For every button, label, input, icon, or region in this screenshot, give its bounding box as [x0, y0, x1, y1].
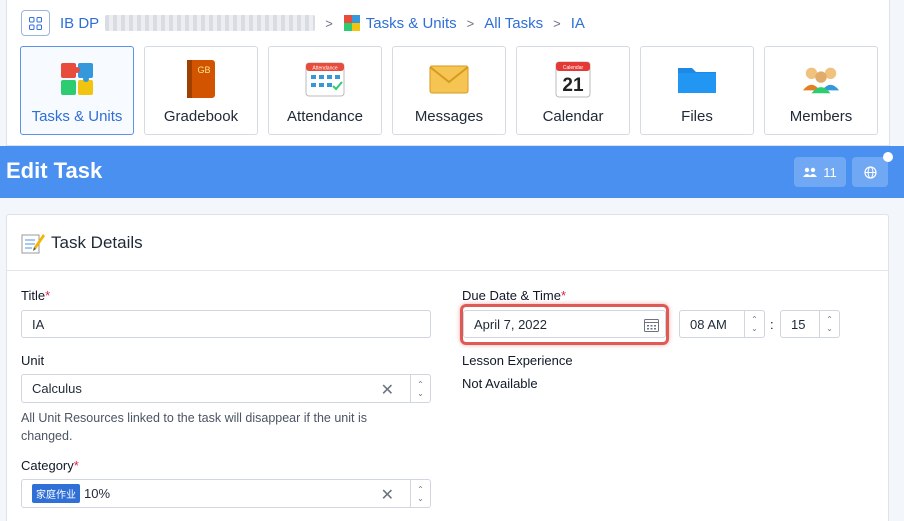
section-title: Task Details	[51, 232, 143, 252]
edit-header: Edit Task 11	[0, 146, 904, 198]
title-label: Title*	[21, 288, 51, 303]
select-arrows-icon[interactable]: ⌃ ⌄	[410, 480, 430, 507]
due-date-label: Due Date & Time*	[462, 288, 567, 303]
puzzle-icon	[61, 63, 93, 95]
category-value: 10%	[84, 486, 111, 501]
attendance-icon: Attendance	[305, 62, 345, 97]
due-minute-value: 15	[791, 316, 806, 332]
users-icon	[803, 167, 818, 177]
apps-grid-button[interactable]	[21, 10, 50, 36]
app-label: Gradebook	[163, 108, 239, 125]
unit-label: Unit	[21, 353, 45, 368]
app-nav: Tasks & Units GB Gradebook Attendance At…	[20, 46, 878, 135]
app-label: Calendar	[542, 108, 604, 125]
select-arrows-icon[interactable]: ⌃ ⌄	[819, 311, 839, 337]
app-gradebook[interactable]: GB Gradebook	[144, 46, 258, 135]
lesson-experience-label: Lesson Experience	[462, 353, 573, 368]
gradebook-icon: GB	[187, 60, 215, 98]
notification-dot	[883, 152, 893, 162]
course-header: IB DP > Tasks & Units > All Tasks > IA T…	[6, 0, 890, 146]
chevron-right-icon: >	[553, 15, 561, 31]
puzzle-icon	[343, 15, 360, 31]
lesson-experience-value: Not Available	[462, 376, 538, 391]
title-input[interactable]: IA	[21, 310, 431, 338]
redacted-course-name	[105, 15, 316, 31]
language-button[interactable]	[852, 157, 888, 187]
chevron-right-icon: >	[325, 15, 333, 31]
people-icon	[802, 67, 840, 94]
title-value: IA	[32, 316, 45, 332]
folder-icon	[678, 68, 716, 93]
calendar-icon-day: 21	[562, 75, 584, 96]
breadcrumb-all-tasks[interactable]: All Tasks	[484, 15, 543, 32]
focus-highlight	[460, 304, 669, 345]
app-label: Tasks & Units	[31, 108, 123, 125]
gradebook-icon-text: GB	[197, 65, 210, 75]
unit-help-text: All Unit Resources linked to the task wi…	[21, 411, 367, 443]
app-label: Messages	[414, 108, 484, 125]
members-count: 11	[823, 164, 837, 180]
app-members[interactable]: Members	[764, 46, 878, 135]
app-files[interactable]: Files	[640, 46, 754, 135]
time-separator: :	[770, 317, 774, 332]
due-hour-value: 08 AM	[690, 316, 727, 332]
clear-icon[interactable]: ✕	[381, 380, 394, 400]
page-title: Edit Task	[6, 158, 103, 183]
members-button[interactable]: 11	[794, 157, 846, 187]
app-attendance[interactable]: Attendance Attendance	[268, 46, 382, 135]
app-label: Members	[789, 108, 853, 125]
globe-icon	[863, 165, 877, 179]
task-details-card: Task Details	[6, 214, 889, 521]
breadcrumb-tasks-units[interactable]: Tasks & Units	[366, 15, 457, 32]
app-label: Attendance	[287, 108, 363, 125]
category-select[interactable]: 家庭作业 10% ✕ ⌃ ⌄	[21, 479, 431, 508]
calendar-icon-header: Calendar	[563, 65, 584, 71]
app-tasks-units[interactable]: Tasks & Units	[20, 46, 134, 135]
memo-icon	[21, 233, 45, 253]
envelope-icon	[429, 65, 469, 94]
breadcrumb-current[interactable]: IA	[571, 15, 585, 32]
app-label: Files	[681, 108, 713, 125]
category-label: Category*	[21, 458, 79, 473]
chevron-right-icon: >	[466, 15, 475, 31]
unit-value: Calculus	[32, 381, 82, 396]
breadcrumb: IB DP > Tasks & Units > All Tasks > IA	[21, 10, 585, 36]
attendance-icon-text: Attendance	[312, 66, 338, 72]
select-arrows-icon[interactable]: ⌃ ⌄	[744, 311, 764, 337]
calendar-icon: Calendar 21	[555, 61, 591, 98]
grid-icon	[29, 16, 42, 30]
unit-select[interactable]: Calculus ✕ ⌃ ⌄	[21, 374, 431, 403]
clear-icon[interactable]: ✕	[381, 485, 394, 505]
select-arrows-icon[interactable]: ⌃ ⌄	[410, 375, 430, 402]
breadcrumb-course[interactable]: IB DP	[60, 15, 99, 32]
due-hour-select[interactable]: 08 AM ⌃ ⌄	[679, 310, 765, 338]
due-minute-select[interactable]: 15 ⌃ ⌄	[780, 310, 840, 338]
task-details-header: Task Details	[7, 215, 888, 271]
app-calendar[interactable]: Calendar 21 Calendar	[516, 46, 630, 135]
category-tag: 家庭作业	[32, 484, 80, 503]
app-messages[interactable]: Messages	[392, 46, 506, 135]
